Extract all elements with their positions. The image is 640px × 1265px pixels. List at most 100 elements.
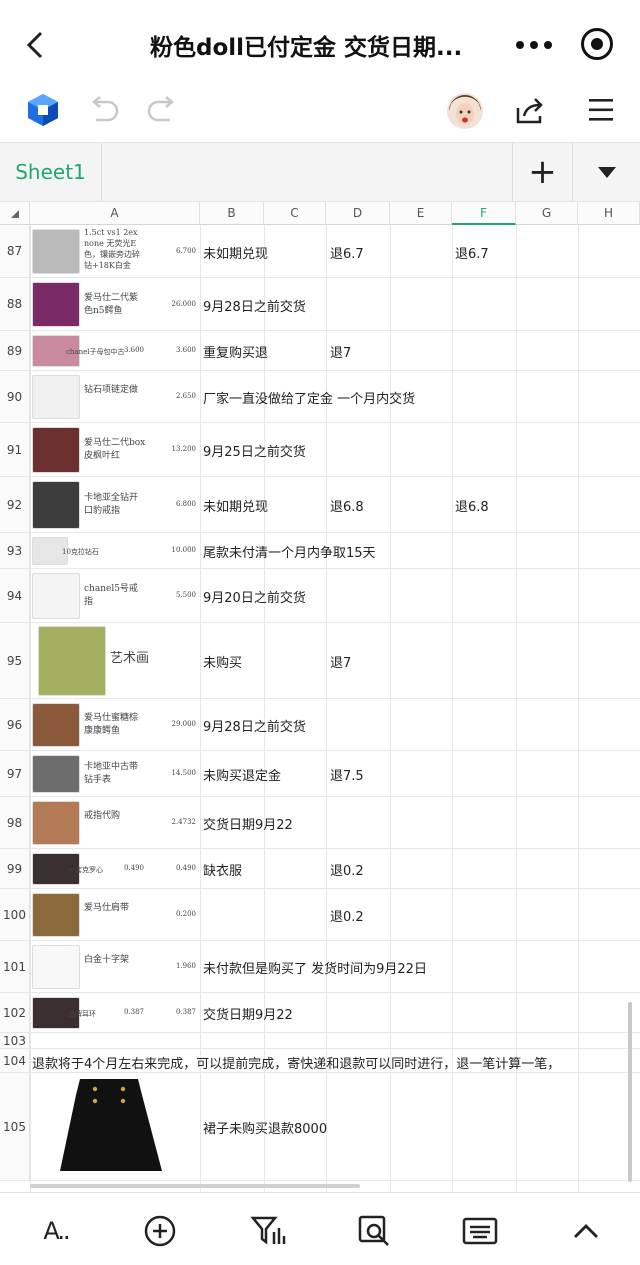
cell-b[interactable]: 未如期兑现 bbox=[203, 243, 268, 262]
row-number[interactable]: 89 bbox=[0, 331, 30, 370]
cell-b[interactable]: 交货日期9月22 bbox=[203, 1004, 293, 1023]
avatar[interactable] bbox=[446, 92, 484, 130]
add-sheet-button[interactable]: + bbox=[512, 143, 572, 201]
row-number[interactable]: 94 bbox=[0, 569, 30, 622]
cell-d[interactable]: 退0.2 bbox=[330, 906, 364, 925]
back-button[interactable] bbox=[18, 26, 52, 64]
cell-d[interactable]: 退7 bbox=[330, 652, 351, 671]
table-row[interactable]: 93 10克拉钻石 10.000 尾款未付清一个月内争取15天 bbox=[0, 533, 640, 569]
table-row[interactable]: 97 卡地亚中古带钻手表 14.500 未购买退定金 退7.5 bbox=[0, 751, 640, 797]
horizontal-scrollbar[interactable] bbox=[30, 1184, 360, 1188]
col-header-f[interactable]: F bbox=[452, 202, 516, 225]
table-row[interactable]: 96 爱马仕蜜糖棕康康鳄鱼 29.000 9月28日之前交货 bbox=[0, 699, 640, 751]
cell-b[interactable]: 9月28日之前交货 bbox=[203, 716, 306, 735]
table-row[interactable]: 91 爱马仕二代box皮枫叶红 13.200 9月25日之前交货 bbox=[0, 423, 640, 477]
more-options-button[interactable] bbox=[516, 32, 552, 58]
tab-sheet1[interactable]: Sheet1 bbox=[0, 143, 102, 201]
item-description: 爱马仕蜜糖棕康康鳄鱼 bbox=[84, 713, 139, 736]
cell-d[interactable]: 退6.8 bbox=[330, 496, 364, 515]
row-number[interactable]: 103 bbox=[0, 1033, 30, 1048]
cell-b[interactable]: 尾款未付清一个月内争取15天 bbox=[203, 542, 376, 561]
row-number[interactable]: 90 bbox=[0, 371, 30, 422]
cell-b[interactable]: 9月28日之前交货 bbox=[203, 296, 306, 315]
row-number[interactable]: 87 bbox=[0, 225, 30, 277]
text-format-button[interactable]: A.. bbox=[36, 1211, 76, 1251]
share-icon[interactable] bbox=[514, 96, 546, 126]
row-number[interactable]: 99 bbox=[0, 849, 30, 888]
row-number[interactable]: 96 bbox=[0, 699, 30, 750]
sheet-menu-button[interactable] bbox=[572, 143, 640, 201]
cell-b[interactable]: 交货日期9月22 bbox=[203, 814, 293, 833]
row-number[interactable]: 88 bbox=[0, 278, 30, 330]
col-header-a[interactable]: A bbox=[30, 202, 200, 225]
table-row[interactable]: 87 1.5ct vs1 2ex none 无荧光E色，镶嵌旁边碎钻+18K白金 6… bbox=[0, 225, 640, 278]
table-row[interactable]: 104 退款将于4个月左右来完成，可以提前完成，寄快递和退款可以同时进行，退一笔计… bbox=[0, 1049, 640, 1073]
table-row[interactable]: 99 一套克罗心 0.490 0.490 缺衣服 退0.2 bbox=[0, 849, 640, 889]
row-number[interactable]: 105 bbox=[0, 1073, 30, 1180]
undo-icon[interactable] bbox=[88, 96, 120, 124]
cell-f[interactable]: 退6.8 bbox=[455, 496, 489, 515]
cell-b[interactable]: 缺衣服 bbox=[203, 860, 242, 879]
product-image bbox=[38, 626, 106, 696]
table-row[interactable]: 103 bbox=[0, 1033, 640, 1049]
row-number[interactable]: 93 bbox=[0, 533, 30, 568]
product-image bbox=[32, 945, 80, 989]
redo-icon[interactable] bbox=[146, 96, 178, 124]
table-row[interactable]: 88 爱马仕二代紫色n5鳄鱼 26.000 9月28日之前交货 bbox=[0, 278, 640, 331]
cell-d[interactable]: 退7 bbox=[330, 342, 351, 361]
cell-b[interactable]: 厂家一直没做给了定金 一个月内交货 bbox=[203, 388, 415, 407]
table-row[interactable]: 94 chanel5号戒指 5.500 9月20日之前交货 bbox=[0, 569, 640, 623]
col-header-b[interactable]: B bbox=[200, 202, 264, 225]
table-row[interactable]: 92 卡地亚全钻开口豹戒指 6.800 未如期兑现 退6.8 退6.8 bbox=[0, 477, 640, 533]
table-row[interactable]: 100 爱马仕肩带 0.200 退0.2 bbox=[0, 889, 640, 941]
search-icon bbox=[358, 1215, 389, 1246]
insert-button[interactable] bbox=[140, 1211, 180, 1251]
row-number[interactable]: 100 bbox=[0, 889, 30, 940]
row-number[interactable]: 101 bbox=[0, 941, 30, 992]
cell-b[interactable]: 裙子未购买退款8000 bbox=[203, 1118, 327, 1137]
cell-b[interactable]: 9月25日之前交货 bbox=[203, 441, 306, 460]
item-price: 26.000 bbox=[171, 299, 197, 308]
keyboard-button[interactable] bbox=[460, 1211, 500, 1251]
spreadsheet-grid[interactable]: A B C D E F G H 87 1.5ct vs1 2ex none 无荧光E色，镶嵌旁边碎… bbox=[0, 202, 640, 1192]
cell-b[interactable]: 未付款但是购买了 发货时间为9月22日 bbox=[203, 958, 427, 977]
table-row[interactable]: 98 戒指代购 2.4732 交货日期9月22 bbox=[0, 797, 640, 849]
menu-icon[interactable] bbox=[587, 98, 615, 122]
row-number[interactable]: 98 bbox=[0, 797, 30, 848]
item-price-alt: 3.600 bbox=[123, 346, 144, 354]
cell-b[interactable]: 未购买退定金 bbox=[203, 765, 281, 784]
table-row[interactable]: 101 白金十字架 1.960 未付款但是购买了 发货时间为9月22日 bbox=[0, 941, 640, 993]
col-header-c[interactable]: C bbox=[264, 202, 326, 225]
cell-b[interactable]: 未购买 bbox=[203, 652, 242, 671]
select-all-corner[interactable] bbox=[0, 202, 30, 225]
cell-b[interactable]: 9月20日之前交货 bbox=[203, 587, 306, 606]
search-button[interactable] bbox=[354, 1211, 394, 1251]
cell-b[interactable]: 未如期兑现 bbox=[203, 496, 268, 515]
col-header-h[interactable]: H bbox=[578, 202, 640, 225]
app-logo-icon[interactable] bbox=[26, 92, 60, 128]
col-header-e[interactable]: E bbox=[390, 202, 452, 225]
row-number[interactable]: 104 bbox=[0, 1049, 30, 1072]
table-row[interactable]: 89 chanel子母包中古 3.600 3.600 重复购买退 退7 bbox=[0, 331, 640, 371]
row-number[interactable]: 92 bbox=[0, 477, 30, 532]
table-row[interactable]: 102 品牌耳环 0.387 0.387 交货日期9月22 bbox=[0, 993, 640, 1033]
col-header-g[interactable]: G bbox=[516, 202, 578, 225]
collapse-button[interactable] bbox=[566, 1211, 606, 1251]
col-header-d[interactable]: D bbox=[326, 202, 390, 225]
row-number[interactable]: 91 bbox=[0, 423, 30, 476]
close-miniprogram-button[interactable] bbox=[581, 28, 613, 60]
table-row[interactable]: 90 钻石项链定做 2.650 厂家一直没做给了定金 一个月内交货 bbox=[0, 371, 640, 423]
cell-b[interactable]: 重复购买退 bbox=[203, 342, 268, 361]
cell-d[interactable]: 退6.7 bbox=[330, 243, 364, 262]
keyboard-icon bbox=[462, 1217, 498, 1245]
filter-button[interactable] bbox=[248, 1211, 288, 1251]
table-row[interactable]: 95 艺术画 未购买 退7 bbox=[0, 623, 640, 699]
cell-d[interactable]: 退0.2 bbox=[330, 860, 364, 879]
table-row[interactable]: 105 裙子未购买退款8000 bbox=[0, 1073, 640, 1181]
cell-f[interactable]: 退6.7 bbox=[455, 243, 489, 262]
cell-d[interactable]: 退7.5 bbox=[330, 765, 364, 784]
row-number[interactable]: 102 bbox=[0, 993, 30, 1032]
row-number[interactable]: 95 bbox=[0, 623, 30, 698]
vertical-scrollbar[interactable] bbox=[628, 1002, 632, 1182]
row-number[interactable]: 97 bbox=[0, 751, 30, 796]
